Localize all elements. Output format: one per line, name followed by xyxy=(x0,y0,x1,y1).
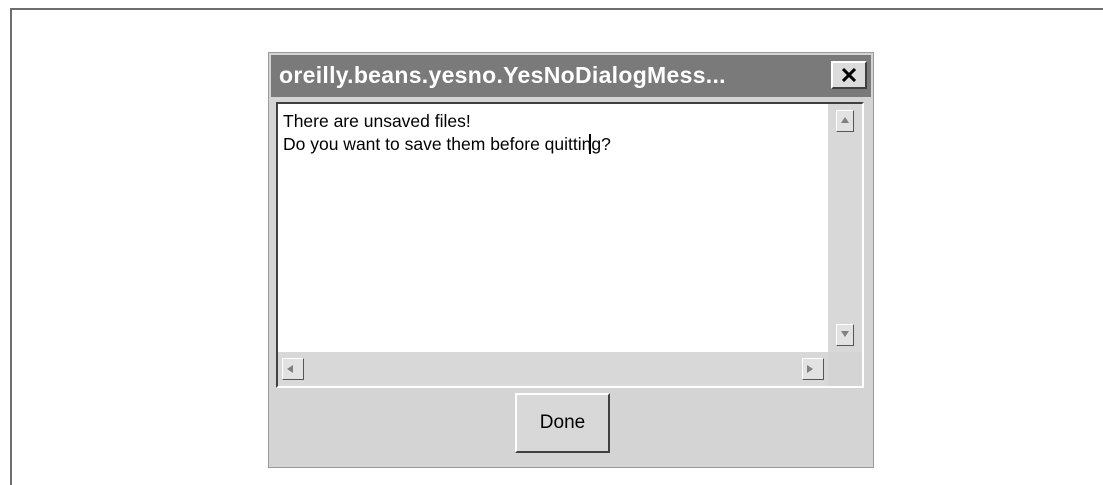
message-line-1: There are unsaved files! xyxy=(283,111,471,131)
dialog-title: oreilly.beans.yesno.YesNoDialogMess... xyxy=(279,62,726,88)
page-frame: oreilly.beans.yesno.YesNoDialogMess... T… xyxy=(10,8,1103,485)
scroll-right-button[interactable] xyxy=(802,358,824,380)
arrow-down-icon xyxy=(841,331,849,337)
message-line-2: Do you want to save them before quitting… xyxy=(283,134,611,154)
horizontal-scrollbar[interactable] xyxy=(278,352,828,386)
message-text: There are unsaved files! Do you want to … xyxy=(283,110,611,156)
message-textarea[interactable]: There are unsaved files! Do you want to … xyxy=(276,102,864,388)
done-button[interactable]: Done xyxy=(515,393,610,453)
arrow-right-icon xyxy=(807,365,813,373)
yes-no-dialog: oreilly.beans.yesno.YesNoDialogMess... T… xyxy=(268,52,874,468)
vertical-scrollbar[interactable] xyxy=(828,104,862,352)
text-caret xyxy=(589,134,591,154)
scroll-down-button[interactable] xyxy=(836,324,854,346)
scrollbar-corner xyxy=(828,352,862,386)
arrow-up-icon xyxy=(841,117,849,123)
close-icon xyxy=(842,68,856,82)
arrow-left-icon xyxy=(287,365,293,373)
dialog-titlebar[interactable]: oreilly.beans.yesno.YesNoDialogMess... xyxy=(271,55,871,97)
close-button[interactable] xyxy=(831,61,867,89)
scroll-left-button[interactable] xyxy=(282,358,304,380)
scroll-up-button[interactable] xyxy=(836,110,854,132)
